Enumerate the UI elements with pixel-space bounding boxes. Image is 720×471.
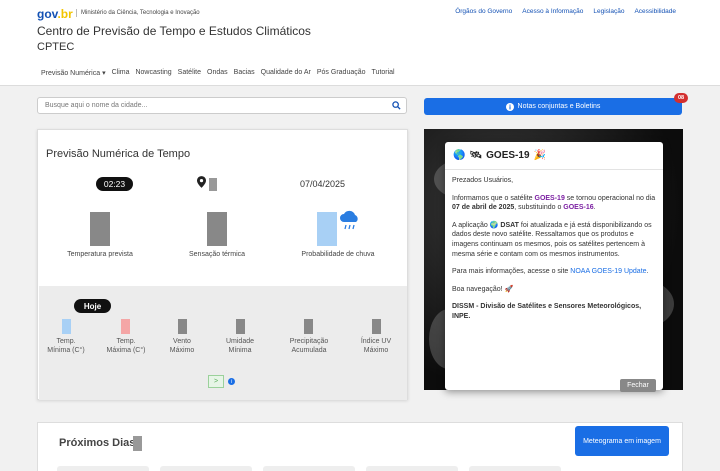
nav-satelite[interactable]: Satélite: [178, 69, 201, 77]
modal-title: GOES-19: [486, 150, 530, 161]
site-title: Centro de Previsão de Tempo e Estudos Cl…: [37, 24, 311, 38]
day-tab[interactable]: [160, 466, 252, 471]
modal-paragraph-1: Informamos que o satélite GOES-19 se tor…: [452, 194, 656, 212]
forecast-date: 07/04/2025: [300, 179, 346, 189]
nav-qualidade-ar[interactable]: Qualidade do Ar: [261, 69, 311, 77]
link-acesso-informacao[interactable]: Acesso à Informação: [522, 8, 583, 15]
info-icon[interactable]: i: [228, 378, 235, 385]
modal-paragraph-4: Boa navegação! 🚀: [452, 285, 514, 293]
nav-pos-graduacao[interactable]: Pós Graduação: [317, 69, 366, 77]
today-pill: Hoje: [74, 299, 111, 313]
modal-body: Prezados Usuários, Informamos que o saté…: [445, 170, 663, 336]
logo-gov-text: gov: [37, 7, 58, 21]
city-search-input[interactable]: Busque aqui o nome da cidade...: [37, 97, 407, 114]
notes-count-badge: 08: [674, 93, 688, 103]
min-temp-bar: [62, 319, 71, 334]
label-temp-max: Temp. Máxima (C°): [106, 338, 146, 354]
modal-greeting: Prezados Usuários,: [452, 177, 514, 184]
city-name-placeholder: [209, 178, 217, 191]
ministry-label: Ministério da Ciência, Tecnologia e Inov…: [76, 9, 200, 17]
search-icon[interactable]: [392, 101, 401, 110]
humidity-bar: [236, 319, 245, 334]
nav-bacias[interactable]: Bacias: [234, 69, 255, 77]
day-tab[interactable]: [57, 466, 149, 471]
label-probabilidade: Probabilidade de chuva: [301, 251, 375, 258]
party-icon: 🎉: [533, 150, 546, 161]
gov-br-logo[interactable]: gov.br: [37, 7, 73, 21]
label-uv: Índice UV Máximo: [360, 338, 392, 354]
top-header: gov.br Ministério da Ciência, Tecnologia…: [0, 0, 720, 86]
top-links: Órgãos do Governo Acesso à Informação Le…: [455, 8, 676, 15]
forecast-title: Previsão Numérica de Tempo: [46, 148, 191, 160]
temperature-bar: [90, 212, 110, 246]
day-tab[interactable]: [263, 466, 355, 471]
site-subtitle: CPTEC: [37, 41, 75, 53]
notes-bulletins-button[interactable]: Notas conjuntas e Boletins: [424, 98, 682, 115]
wind-bar: [178, 319, 187, 334]
logo-br-text: .br: [57, 7, 73, 21]
notes-label: Notas conjuntas e Boletins: [517, 103, 601, 110]
meteogram-button[interactable]: Meteograma em imagem: [575, 426, 669, 456]
nav-clima[interactable]: Clima: [112, 69, 130, 77]
nav-ondas[interactable]: Ondas: [207, 69, 228, 77]
forecast-card: Previsão Numérica de Tempo 02:23 07/04/2…: [37, 129, 408, 400]
label-sensacao: Sensação térmica: [188, 251, 246, 258]
location-pin-icon: [197, 176, 206, 188]
info-icon: [505, 102, 514, 111]
label-temperatura: Temperatura prevista: [67, 251, 133, 258]
modal-signature: DISSM - Divisão de Satélites e Sensores …: [452, 303, 642, 320]
noaa-link[interactable]: NOAA GOES-19 Update: [570, 268, 646, 275]
globe-icon: 🌎: [453, 150, 466, 161]
link-orgaos[interactable]: Órgãos do Governo: [455, 8, 512, 15]
feels-like-bar: [207, 212, 227, 246]
next-days-placeholder: [133, 436, 142, 451]
close-modal-button[interactable]: Fechar: [620, 379, 656, 392]
precipitation-bar: [304, 319, 313, 334]
link-acessibilidade[interactable]: Acessibilidade: [634, 8, 676, 15]
dsat-icon: 🌍: [489, 221, 501, 229]
label-precipitacao: Precipitação Acumulada: [289, 338, 329, 354]
max-temp-bar: [121, 319, 130, 334]
nav-previsao-numerica[interactable]: Previsão Numérica ▾: [41, 69, 106, 77]
forecast-time: 02:23: [96, 177, 133, 191]
nav-tutorial[interactable]: Tutorial: [372, 69, 395, 77]
label-umidade: Umidade Mínima: [225, 338, 254, 354]
nav-nowcasting[interactable]: Nowcasting: [135, 69, 171, 77]
modal-header: 🌎 🛰 GOES-19 🎉: [445, 142, 663, 170]
day-tab[interactable]: [469, 466, 561, 471]
rain-probability-bar: [317, 212, 337, 246]
day-tab[interactable]: [366, 466, 458, 471]
goes19-announcement-modal: 🌎 🛰 GOES-19 🎉 Prezados Usuários, Informa…: [445, 142, 663, 390]
rain-cloud-icon: [340, 210, 358, 230]
uv-bar: [372, 319, 381, 334]
next-day-button[interactable]: >: [208, 375, 224, 388]
link-legislacao[interactable]: Legislação: [593, 8, 624, 15]
satellite-icon: 🛰: [469, 150, 483, 161]
label-temp-min: Temp. Mínima (C°): [47, 338, 85, 354]
main-nav: Previsão Numérica ▾ Clima Nowcasting Sat…: [41, 69, 395, 77]
search-placeholder: Busque aqui o nome da cidade...: [45, 102, 148, 109]
modal-paragraph-3: Para mais informações, acesse o site NOA…: [452, 268, 649, 276]
label-vento: Vento Máximo: [169, 338, 195, 354]
next-days-title: Próximos Dias:: [59, 437, 140, 449]
modal-paragraph-2: A aplicação 🌍 DSAT foi atualizada e já e…: [452, 221, 652, 258]
